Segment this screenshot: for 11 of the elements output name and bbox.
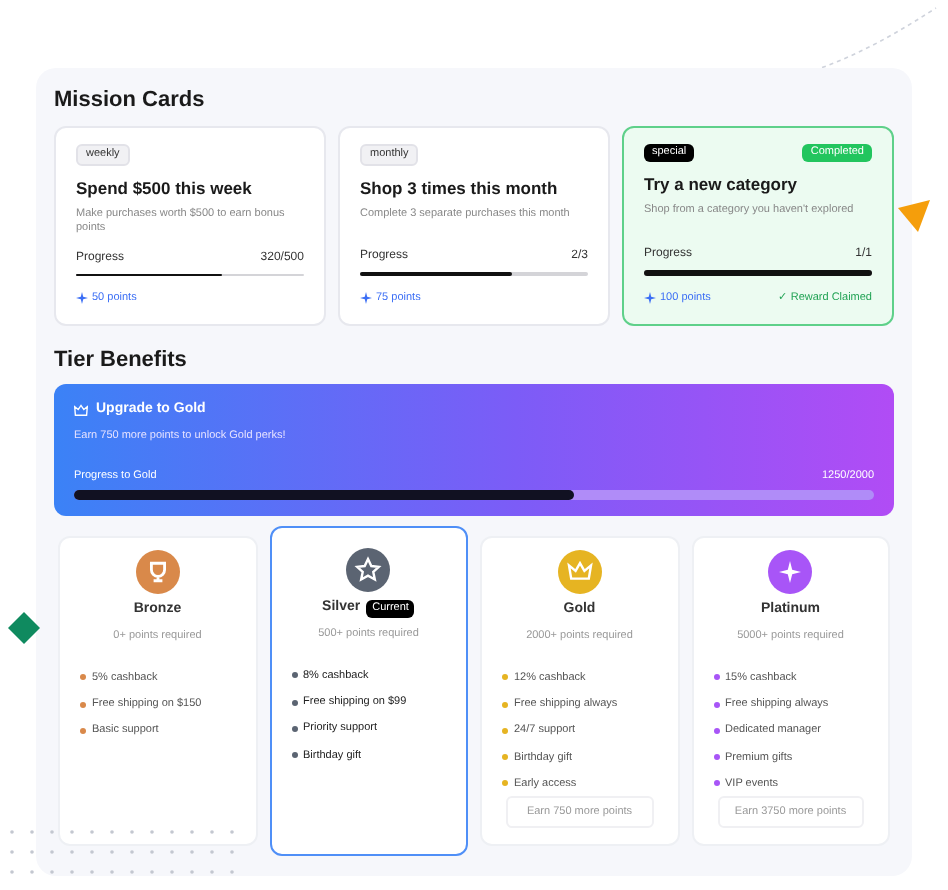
section-title: Mission Cards	[54, 86, 207, 116]
crown-icon	[74, 403, 88, 418]
section-title: Tier Benefits	[54, 345, 189, 375]
sparkle-icon	[360, 292, 372, 305]
sparkle-icon	[644, 292, 656, 305]
diamond-decoration	[8, 612, 40, 644]
triangle-decoration	[894, 196, 934, 236]
mission-title: Try a new category	[644, 172, 800, 198]
mission-title: Shop 3 times this month	[360, 176, 560, 202]
sparkle-icon	[76, 292, 88, 305]
mission-title: Spend $500 this week	[76, 176, 254, 202]
